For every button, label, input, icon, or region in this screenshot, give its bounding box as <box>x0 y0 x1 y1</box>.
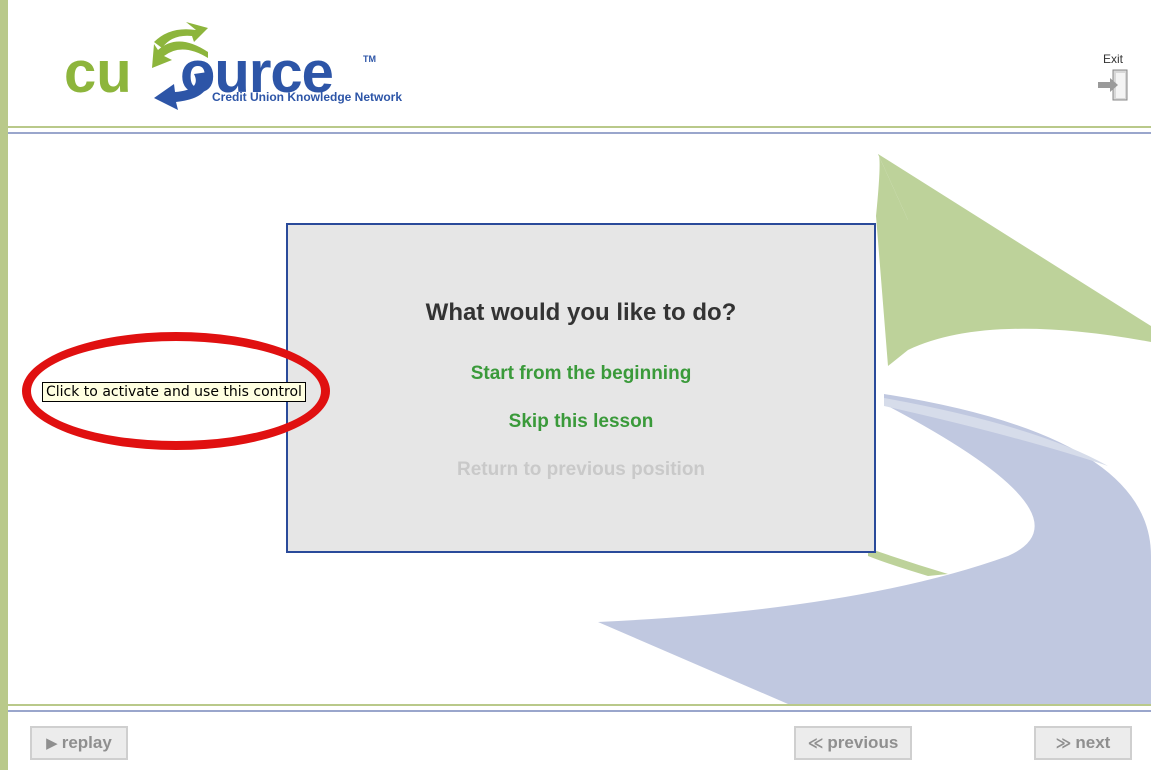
replay-label: replay <box>61 733 112 752</box>
logo-tagline: Credit Union Knowledge Network <box>212 90 403 104</box>
double-left-icon: ≪ <box>807 735 824 752</box>
header-rule-green <box>8 126 1151 128</box>
replay-button[interactable]: ▶ replay <box>30 726 128 760</box>
next-label: next <box>1075 733 1111 752</box>
header: cu ource TM Credit Union Knowledge Netwo… <box>8 0 1151 128</box>
lesson-choice-dialog: What would you like to do? Start from th… <box>286 223 876 553</box>
next-button[interactable]: ≫ next <box>1034 726 1132 760</box>
exit-label: Exit <box>1102 52 1123 66</box>
previous-label: previous <box>827 733 899 752</box>
start-from-beginning-option[interactable]: Start from the beginning <box>288 363 874 385</box>
cusource-logo: cu ource TM Credit Union Knowledge Netwo… <box>58 22 428 112</box>
activate-control-tooltip: Click to activate and use this control <box>42 382 306 402</box>
skip-lesson-option[interactable]: Skip this lesson <box>288 411 874 433</box>
footer-rule-blue <box>8 710 1151 712</box>
footer-rule-green <box>8 704 1151 706</box>
return-to-previous-position-option: Return to previous position <box>456 459 706 480</box>
exit-door-icon <box>1098 69 1128 101</box>
header-rule-blue <box>8 132 1151 134</box>
exit-button[interactable]: Exit <box>1095 52 1131 102</box>
double-right-icon: ≫ <box>1055 735 1072 752</box>
play-icon: ▶ <box>46 735 58 752</box>
dialog-title: What would you like to do? <box>425 299 737 326</box>
footer-nav: ▶ replay ≪ previous ≫ next <box>8 716 1151 770</box>
logo-cu-text: cu <box>64 40 132 105</box>
logo-trademark: TM <box>363 54 376 64</box>
previous-button[interactable]: ≪ previous <box>794 726 912 760</box>
